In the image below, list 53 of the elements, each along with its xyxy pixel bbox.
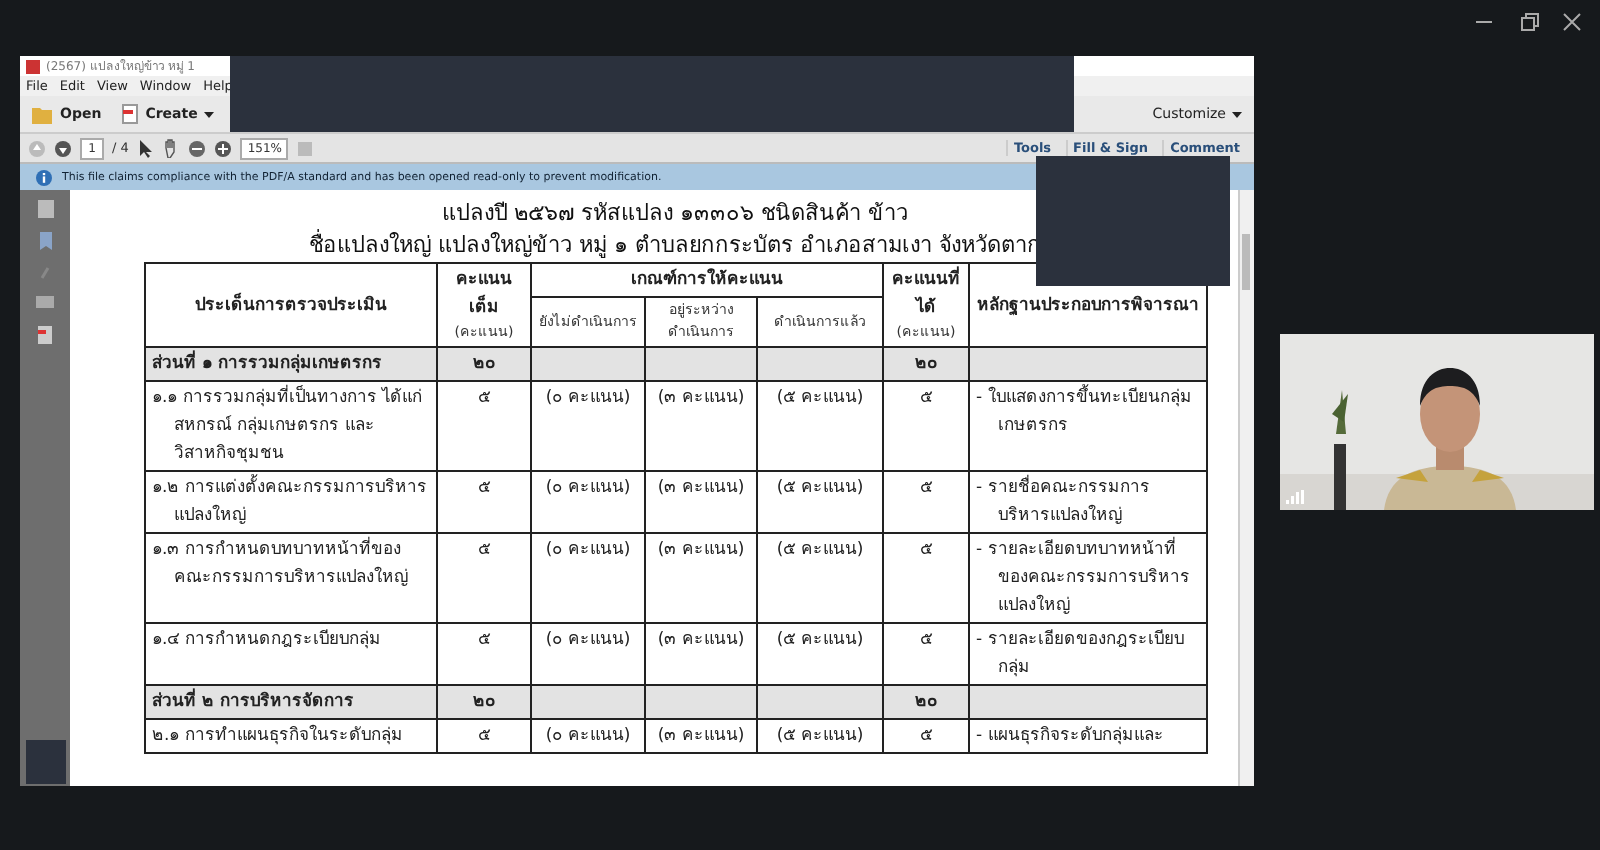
table-cell: (๕ คะแนน) xyxy=(757,471,884,533)
table-cell: ๕ xyxy=(883,471,970,533)
table-cell: (๐ คะแนน) xyxy=(531,719,645,753)
document-heading: แปลงปี ๒๕๖๗ รหัสแปลง ๑๓๓๐๖ ชนิดสินค้า ข้าว xyxy=(439,198,911,230)
folder-icon xyxy=(32,105,54,123)
table-cell: (๕ คะแนน) xyxy=(757,533,884,623)
table-cell: ๕ xyxy=(883,719,970,753)
table-cell: (๓ คะแนน) xyxy=(645,719,757,753)
document-icon xyxy=(121,104,140,124)
table-cell: (๕ คะแนน) xyxy=(757,381,884,471)
table-cell: - แผนธุรกิจระดับกลุ่มและ xyxy=(969,719,1208,753)
document-icon[interactable] xyxy=(37,326,53,344)
zoom-in-icon[interactable] xyxy=(214,139,233,157)
table-cell: ๒๐ xyxy=(883,685,970,719)
signal-icon xyxy=(1286,490,1304,504)
table-cell: ส่วนที่ ๑ การรวมกลุ่มเกษตรกร xyxy=(145,347,437,381)
table-cell: ๑.๒ การแต่งตั้งคณะกรรมการบริหารแปลงใหญ่ xyxy=(145,471,437,533)
table-cell: ๕ xyxy=(437,719,531,753)
table-cell: (๐ คะแนน) xyxy=(531,381,645,471)
table-cell: - รายชื่อคณะกรรมการบริหารแปลงใหญ่ xyxy=(969,471,1208,533)
zoom-out-icon[interactable] xyxy=(188,139,207,157)
table-cell: - ใบแสดงการขึ้นทะเบียนกลุ่มเกษตรกร xyxy=(969,381,1208,471)
caret-icon xyxy=(1232,111,1242,117)
table-cell: (๓ คะแนน) xyxy=(645,381,757,471)
pages-icon[interactable] xyxy=(37,200,53,218)
hand-icon[interactable] xyxy=(162,138,181,158)
table-cell: ๒๐ xyxy=(437,685,531,719)
table-cell: ๒๐ xyxy=(883,347,970,381)
table-cell: ๒.๑ การทำแผนธุรกิจในระดับกลุ่ม xyxy=(145,719,437,753)
table-header: เกณฑ์การให้คะแนน xyxy=(531,263,884,297)
table-cell: ส่วนที่ ๒ การบริหารจัดการ xyxy=(145,685,437,719)
thumbnail-tile xyxy=(26,740,66,784)
table-cell: ๑.๓ การกำหนดบทบาทหน้าที่ของคณะกรรมการบริหารแปลงใหญ่ xyxy=(145,533,437,623)
table-cell: (๓ คะแนน) xyxy=(645,471,757,533)
cursor-icon[interactable] xyxy=(136,138,155,158)
info-icon xyxy=(36,169,52,185)
table-cell: ๕ xyxy=(883,533,970,623)
table-cell: ๒๐ xyxy=(437,347,531,381)
table-cell: - รายละเอียดบทบาทหน้าที่ของคณะกรรมการบริหารแปลงใหญ่ xyxy=(969,533,1208,623)
caret-icon xyxy=(203,111,214,117)
table-cell: ๕ xyxy=(883,381,970,471)
table-cell: (๕ คะแนน) xyxy=(757,719,884,753)
pdf-icon xyxy=(26,59,40,73)
table-cell: (๐ คะแนน) xyxy=(531,471,645,533)
table-cell: ๕ xyxy=(437,381,531,471)
table-cell: ๕ xyxy=(437,471,531,533)
table-cell: (๐ คะแนน) xyxy=(531,533,645,623)
next-page-icon[interactable] xyxy=(54,139,72,157)
table-cell: ๕ xyxy=(437,533,531,623)
table-cell: (๓ คะแนน) xyxy=(645,533,757,623)
table-cell: ๑.๑ การรวมกลุ่มที่เป็นทางการ ได้แก่ สหกรณ์ กลุ่มเกษตรกร และ วิสาหกิจชุมชน xyxy=(145,381,437,471)
table-header: ประเด็นการตรวจประเมิน xyxy=(145,263,437,347)
document-heading: ชื่อแปลงใหญ่ แปลงใหญ่ข้าว หมู่ ๑ ตำบลยกกระบัตร อำเภอสามเงา จังหวัดตาก xyxy=(307,230,1043,262)
